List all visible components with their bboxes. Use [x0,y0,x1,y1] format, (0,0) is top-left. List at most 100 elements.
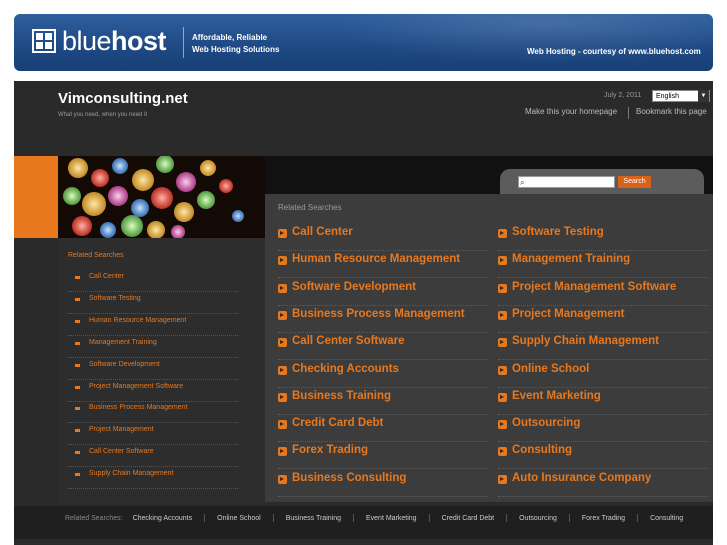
language-select[interactable]: English ▼ [652,90,710,102]
left-sidebar: Related Searches Call Center Software Tes… [58,238,265,503]
site-title[interactable]: Vimconsulting.net [58,90,188,107]
sidebar-item-label: Call Center [89,273,125,280]
sidebar-item-label: Software Testing [89,294,141,302]
footer-links: Related Searches: Checking Accounts Online… [65,513,685,525]
related-link-supply-chain-management[interactable]: Supply Chain Management [498,333,708,361]
sidebar-item-business-process-management[interactable]: Business Process Management [68,401,238,424]
related-link-event-marketing[interactable]: Event Marketing [498,388,708,415]
footer-link-forex-trading[interactable]: Forex Trading [582,515,625,522]
related-link-online-school[interactable]: Online School [498,361,708,388]
date-label: July 2, 2011 [604,92,642,99]
related-link-label: Software Testing [512,226,604,238]
footer-separator [353,514,354,523]
related-link-project-management[interactable]: Project Management [498,306,708,333]
bluehost-banner[interactable]: bluehost Affordable, Reliable Web Hostin… [14,14,713,71]
link-separator [628,107,629,119]
related-link-software-testing[interactable]: Software Testing [498,224,708,251]
footer-link-event-marketing[interactable]: Event Marketing [366,515,417,522]
footer-link-online-school[interactable]: Online School [217,515,261,522]
sidebar-item-management-training[interactable]: Management Training [68,336,238,358]
bluehost-logo[interactable]: bluehost [32,26,167,56]
search-button[interactable]: Search [618,176,651,188]
sidebar-item-label: Project Management [89,426,154,434]
arrow-icon [75,407,80,411]
sidebar-item-call-center-software[interactable]: Call Center Software [68,445,238,468]
sidebar-item-project-management[interactable]: Project Management [68,423,238,446]
footer-link-checking-accounts[interactable]: Checking Accounts [133,515,193,522]
arrow-bullet-icon [498,474,507,484]
related-link-call-center[interactable]: Call Center [278,224,488,251]
sidebar-item-label: Human Resource Management [89,316,187,324]
sidebar-item-software-testing[interactable]: Software Testing [68,292,238,314]
related-link-software-development[interactable]: Software Development [278,279,488,306]
parked-site: Vimconsulting.net What you need, when yo… [14,81,713,545]
arrow-bullet-icon [498,229,507,238]
search-input[interactable]: ⌕ [518,176,615,188]
arrow-icon [75,276,80,279]
bluehost-wordmark: bluehost [62,26,167,56]
bookmark-link[interactable]: Bookmark this page [636,107,707,116]
arrow-bullet-icon [498,338,507,348]
related-link-label: Project Management Software [512,280,677,293]
arrow-icon [75,297,80,301]
footer-separator [428,514,430,523]
footer-link-consulting[interactable]: Consulting [650,515,683,522]
footer-separator [204,514,206,523]
related-link-label: Auto Insurance Company [512,471,652,484]
footer-separator [272,514,274,523]
sidebar-item-label: Supply Chain Management [89,470,174,478]
related-link-label: Software Development [292,280,416,293]
related-link-label: Online School [512,362,590,375]
arrow-bullet-icon [498,420,507,430]
related-link-label: Event Marketing [512,389,601,402]
sidebar-item-label: Project Management Software [89,382,184,390]
related-searches-heading: Related Searches [278,203,342,212]
footer-label: Related Searches: [65,515,123,522]
arrow-icon [75,363,80,367]
related-link-call-center-software[interactable]: Call Center Software [278,333,488,361]
sidebar-item-software-development[interactable]: Software Development [68,358,238,380]
sidebar-item-label: Software Development [89,360,160,368]
chevron-down-icon[interactable]: ▼ [698,90,709,102]
left-sidebar-heading: Related Searches [68,252,124,259]
arrow-icon [75,385,80,389]
related-link-management-training[interactable]: Management Training [498,251,708,279]
related-link-label: Business Training [292,389,392,402]
related-link-project-management-software[interactable]: Project Management Software [498,279,708,306]
related-link-auto-insurance-company[interactable]: Auto Insurance Company [498,470,708,497]
footer-link-business-training[interactable]: Business Training [286,515,341,522]
sidebar-item-call-center[interactable]: Call Center [68,270,238,292]
sidebar-item-label: Call Center Software [89,448,154,456]
arrow-bullet-icon [278,447,287,457]
related-link-business-process-management[interactable]: Business Process Management [278,306,488,333]
footer-link-credit-card-debt[interactable]: Credit Card Debt [442,515,495,522]
related-link-outsourcing[interactable]: Outsourcing [498,415,708,443]
related-link-business-consulting[interactable]: Business Consulting [278,470,488,497]
sidebar-item-human-resource-management[interactable]: Human Resource Management [68,314,238,336]
make-homepage-link[interactable]: Make this your homepage [525,107,617,116]
language-value: English [656,92,679,100]
related-link-label: Project Management [512,307,625,320]
banner-courtesy-link[interactable]: Web Hosting - courtesy of www.bluehost.c… [527,47,701,56]
arrow-bullet-icon [498,310,507,320]
arrow-bullet-icon [278,474,287,484]
arrow-icon [75,319,80,323]
related-link-consulting[interactable]: Consulting [498,442,708,470]
related-link-label: Business Consulting [292,471,407,484]
arrow-icon [75,473,80,477]
related-link-label: Checking Accounts [292,362,399,375]
related-link-forex-trading[interactable]: Forex Trading [278,442,488,470]
hero-bokeh-image [58,156,265,238]
related-link-human-resource-management[interactable]: Human Resource Management [278,251,488,279]
banner-tagline-line2: Web Hosting Solutions [192,45,280,54]
related-link-credit-card-debt[interactable]: Credit Card Debt [278,415,488,443]
arrow-bullet-icon [278,338,287,348]
sidebar-item-project-management-software[interactable]: Project Management Software [68,380,238,402]
hero-orange-block [14,156,58,238]
sidebar-item-supply-chain-management[interactable]: Supply Chain Management [68,467,238,490]
related-link-checking-accounts[interactable]: Checking Accounts [278,361,488,388]
related-link-business-training[interactable]: Business Training [278,388,488,415]
related-searches-panel: Related Searches Call Center Human Resour… [265,194,713,502]
banner-tagline: Affordable, Reliable Web Hosting Solutio… [192,32,279,56]
footer-link-outsourcing[interactable]: Outsourcing [519,515,557,522]
